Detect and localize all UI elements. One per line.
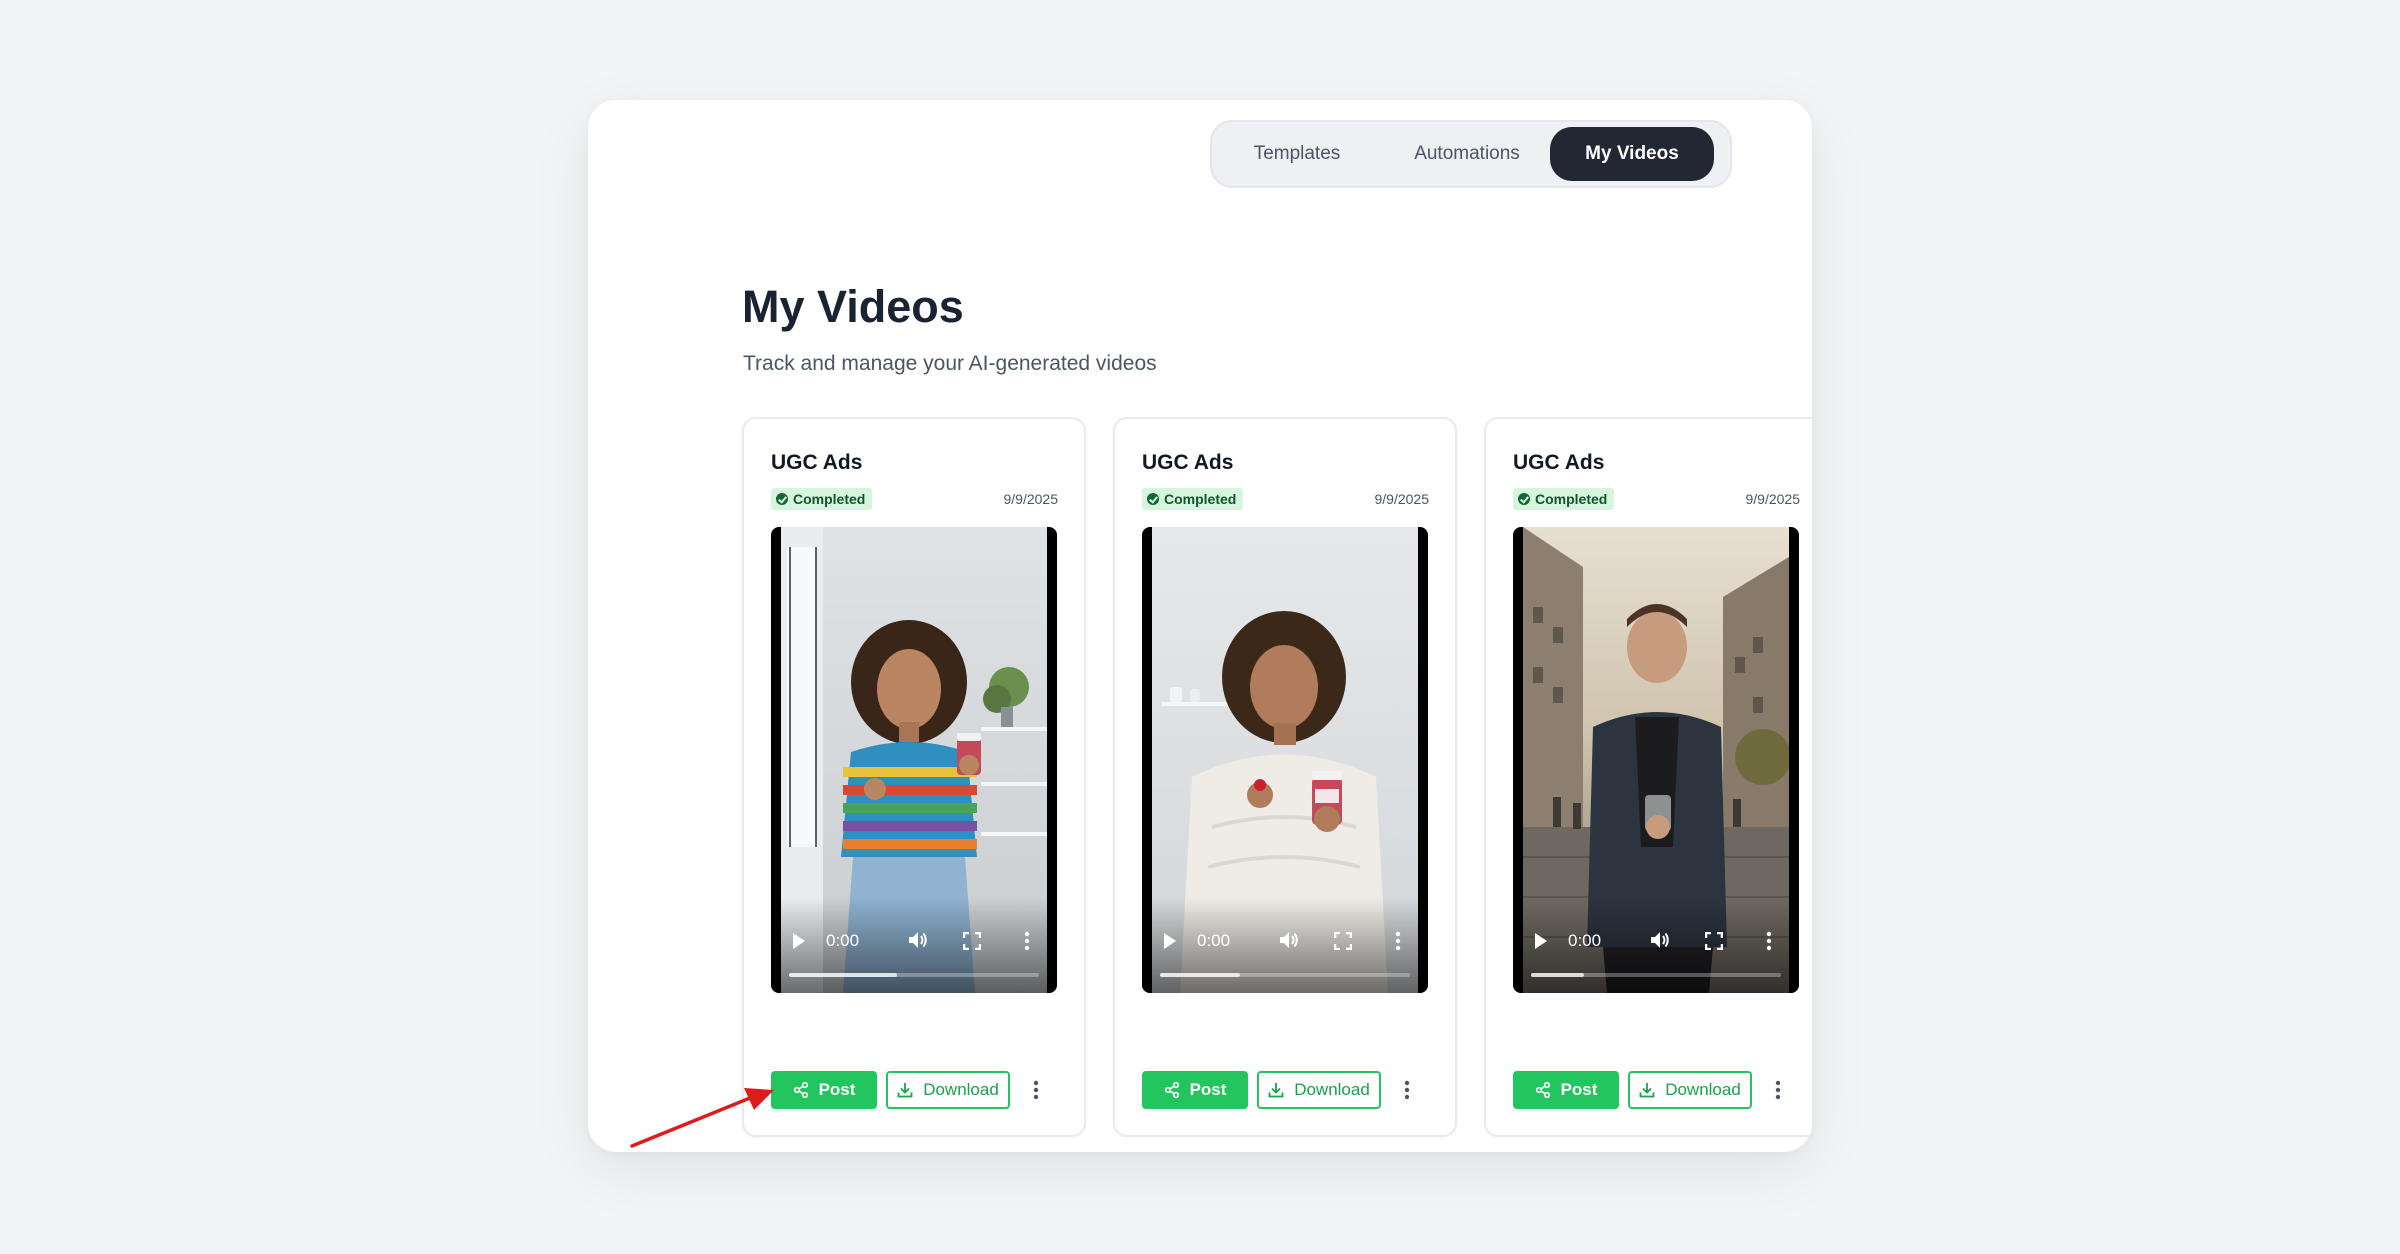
status-label: Completed (1535, 491, 1608, 507)
more-options-icon[interactable] (1766, 931, 1772, 951)
volume-icon[interactable] (907, 930, 929, 950)
post-label: Post (818, 1080, 856, 1099)
video-player[interactable]: 0:00 (1513, 527, 1799, 993)
card-menu-icon[interactable] (1398, 1079, 1416, 1101)
tab-templates[interactable]: Templates (1232, 127, 1362, 181)
top-nav: Templates Automations My Videos (1210, 120, 1732, 188)
fullscreen-icon[interactable] (1334, 932, 1352, 950)
video-player[interactable]: 0:00 (1142, 527, 1428, 993)
tab-my-videos[interactable]: My Videos (1550, 127, 1714, 181)
download-icon (1639, 1083, 1655, 1098)
app-window: Templates Automations My Videos My Video… (588, 100, 1812, 1152)
video-progress-fill (789, 973, 897, 977)
download-label: Download (1294, 1080, 1370, 1099)
volume-icon[interactable] (1278, 930, 1300, 950)
play-icon[interactable] (793, 933, 805, 949)
status-badge: Completed (771, 488, 873, 510)
card-title: UGC Ads (1513, 451, 1605, 474)
page-subtitle: Track and manage your AI-generated video… (743, 352, 1157, 375)
video-controls: 0:00 (1142, 897, 1428, 993)
video-controls: 0:00 (771, 897, 1057, 993)
share-icon (1535, 1082, 1550, 1098)
volume-icon[interactable] (1649, 930, 1671, 950)
post-label: Post (1560, 1080, 1598, 1099)
video-progress[interactable] (789, 973, 1039, 977)
video-card: UGC Ads Completed 9/9/2025 0:00 Post Dow… (1484, 417, 1812, 1137)
card-title: UGC Ads (771, 451, 863, 474)
video-progress-fill (1160, 973, 1240, 977)
download-icon (897, 1083, 913, 1098)
check-circle-icon (776, 493, 788, 505)
download-button[interactable]: Download (1257, 1071, 1381, 1109)
video-progress[interactable] (1160, 973, 1410, 977)
post-button[interactable]: Post (771, 1071, 877, 1109)
annotation-arrow-icon (630, 1088, 774, 1148)
status-label: Completed (793, 491, 866, 507)
video-progress[interactable] (1531, 973, 1781, 977)
video-time: 0:00 (826, 931, 860, 950)
fullscreen-icon[interactable] (963, 932, 981, 950)
card-title: UGC Ads (1142, 451, 1234, 474)
share-icon (1164, 1082, 1179, 1098)
post-button[interactable]: Post (1513, 1071, 1619, 1109)
status-badge: Completed (1142, 488, 1244, 510)
video-card: UGC Ads Completed 9/9/2025 0:00 Post Dow… (1113, 417, 1457, 1137)
download-button[interactable]: Download (1628, 1071, 1752, 1109)
post-label: Post (1189, 1080, 1227, 1099)
video-time: 0:00 (1197, 931, 1231, 950)
share-icon (793, 1082, 808, 1098)
check-circle-icon (1518, 493, 1530, 505)
download-button[interactable]: Download (886, 1071, 1010, 1109)
play-icon[interactable] (1164, 933, 1176, 949)
card-date: 9/9/2025 (1745, 491, 1801, 507)
download-icon (1268, 1083, 1284, 1098)
more-options-icon[interactable] (1024, 931, 1030, 951)
card-date: 9/9/2025 (1003, 491, 1059, 507)
video-controls: 0:00 (1513, 897, 1799, 993)
card-date: 9/9/2025 (1374, 491, 1430, 507)
video-progress-fill (1531, 973, 1584, 977)
fullscreen-icon[interactable] (1705, 932, 1723, 950)
card-menu-icon[interactable] (1027, 1079, 1045, 1101)
page-title: My Videos (742, 281, 964, 332)
video-time: 0:00 (1568, 931, 1602, 950)
more-options-icon[interactable] (1395, 931, 1401, 951)
post-button[interactable]: Post (1142, 1071, 1248, 1109)
download-label: Download (1665, 1080, 1741, 1099)
status-badge: Completed (1513, 488, 1615, 510)
video-card: UGC Ads Completed 9/9/2025 0:00 Post Dow… (742, 417, 1086, 1137)
card-menu-icon[interactable] (1769, 1079, 1787, 1101)
tab-automations[interactable]: Automations (1382, 127, 1552, 181)
video-player[interactable]: 0:00 (771, 527, 1057, 993)
check-circle-icon (1147, 493, 1159, 505)
download-label: Download (923, 1080, 999, 1099)
play-icon[interactable] (1535, 933, 1547, 949)
status-label: Completed (1164, 491, 1237, 507)
